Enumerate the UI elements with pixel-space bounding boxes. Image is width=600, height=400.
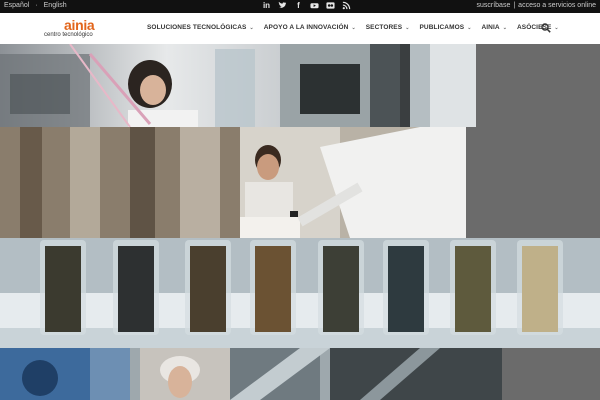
- nav-item-asociese[interactable]: ASÓCIESE ⌄: [517, 24, 559, 31]
- youtube-icon[interactable]: [310, 1, 319, 10]
- nav-item-publicamos[interactable]: PUBLICAMOS ⌄: [419, 24, 471, 31]
- account-links: suscríbase | acceso a servicios online: [476, 2, 596, 9]
- nav-item-apoyo[interactable]: APOYO A LA INNOVACIÓN ⌄: [264, 24, 356, 31]
- language-separator: ·: [35, 2, 38, 9]
- logo-tagline: centro tecnológico: [44, 32, 93, 38]
- search-icon[interactable]: [541, 23, 551, 33]
- logo-wordmark: ainia: [64, 17, 95, 33]
- social-links: in f: [262, 1, 351, 10]
- ainia-logo[interactable]: ainia centro tecnológico: [44, 17, 100, 41]
- chevron-down-icon: ⌄: [405, 24, 410, 31]
- rss-icon[interactable]: [342, 1, 351, 10]
- nav-label: AINIA: [481, 24, 500, 31]
- facebook-icon[interactable]: f: [294, 1, 303, 10]
- chevron-down-icon: ⌄: [502, 24, 507, 31]
- subscribe-link[interactable]: suscríbase: [476, 2, 510, 9]
- nav-label: SOLUCIONES TECNOLÓGICAS: [147, 24, 247, 31]
- nav-item-soluciones[interactable]: SOLUCIONES TECNOLÓGICAS ⌄: [147, 24, 254, 31]
- chevron-down-icon: ⌄: [554, 24, 559, 31]
- hero-image-lab-equipment[interactable]: [0, 348, 600, 400]
- chevron-down-icon: ⌄: [351, 24, 356, 31]
- nav-label: PUBLICAMOS: [419, 24, 465, 31]
- online-services-link[interactable]: acceso a servicios online: [518, 2, 596, 9]
- nav-item-ainia[interactable]: AINIA ⌄: [481, 24, 507, 31]
- flickr-icon[interactable]: [326, 1, 335, 10]
- chevron-down-icon: ⌄: [249, 24, 254, 31]
- main-header: ainia centro tecnológico SOLUCIONES TECN…: [0, 13, 600, 44]
- hero-image-sample-tubes[interactable]: [0, 238, 600, 348]
- nav-item-sectores[interactable]: SECTORES ⌄: [366, 24, 410, 31]
- language-switcher: Español · English: [4, 2, 67, 9]
- language-espanol-link[interactable]: Español: [4, 2, 29, 9]
- language-english-link[interactable]: English: [44, 2, 67, 9]
- nav-label: SECTORES: [365, 24, 403, 31]
- hero-image-lab-scientist[interactable]: [0, 44, 600, 127]
- hero-image-researcher-desk[interactable]: [0, 127, 600, 238]
- account-links-divider: |: [513, 2, 516, 9]
- linkedin-icon[interactable]: in: [262, 1, 271, 10]
- nav-label: APOYO A LA INNOVACIÓN: [263, 24, 349, 31]
- twitter-icon[interactable]: [278, 1, 287, 10]
- main-nav: SOLUCIONES TECNOLÓGICAS ⌄ APOYO A LA INNO…: [147, 24, 569, 31]
- chevron-down-icon: ⌄: [467, 24, 472, 31]
- top-bar: Español · English in f suscríbase | acce…: [0, 0, 600, 13]
